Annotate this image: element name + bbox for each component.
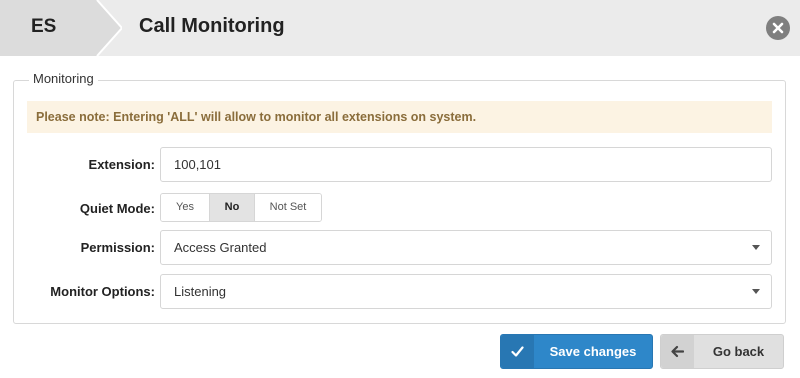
go-back-button[interactable]: Go back <box>660 334 784 369</box>
close-button[interactable] <box>766 16 790 40</box>
quiet-mode-not-set[interactable]: Not Set <box>255 194 321 221</box>
arrow-left-icon <box>671 345 684 358</box>
page-title: Call Monitoring <box>139 15 285 37</box>
save-changes-label: Save changes <box>549 344 637 359</box>
monitor-options-select[interactable]: Listening <box>160 274 772 309</box>
quiet-mode-toggle: Yes No Not Set <box>160 193 322 222</box>
permission-select[interactable]: Access Granted <box>160 230 772 265</box>
breadcrumb-root[interactable]: ES <box>0 0 122 56</box>
extension-label: Extension: <box>88 157 155 172</box>
save-changes-button[interactable]: Save changes <box>500 334 653 369</box>
quiet-mode-label: Quiet Mode: <box>79 201 155 216</box>
caret-down-icon <box>752 245 760 250</box>
permission-label: Permission: <box>80 240 155 255</box>
breadcrumb-root-label: ES <box>31 16 57 37</box>
quiet-mode-yes[interactable]: Yes <box>161 194 209 221</box>
extension-input[interactable]: 100,101 <box>160 147 772 182</box>
permission-value: Access Granted <box>174 240 267 255</box>
page-header: ES Call Monitoring <box>0 0 800 56</box>
check-icon <box>511 346 524 357</box>
back-icon-area <box>661 335 694 368</box>
go-back-label: Go back <box>712 344 765 359</box>
fieldset-legend: Monitoring <box>29 71 98 86</box>
notice-banner: Please note: Entering 'ALL' will allow t… <box>27 101 772 133</box>
monitor-options-label: Monitor Options: <box>50 284 155 299</box>
quiet-mode-no[interactable]: No <box>209 194 255 221</box>
monitor-options-value: Listening <box>174 284 227 299</box>
caret-down-icon <box>752 289 760 294</box>
save-icon-area <box>501 335 534 368</box>
breadcrumb-chevron-shape <box>0 0 122 56</box>
close-icon <box>772 22 784 34</box>
